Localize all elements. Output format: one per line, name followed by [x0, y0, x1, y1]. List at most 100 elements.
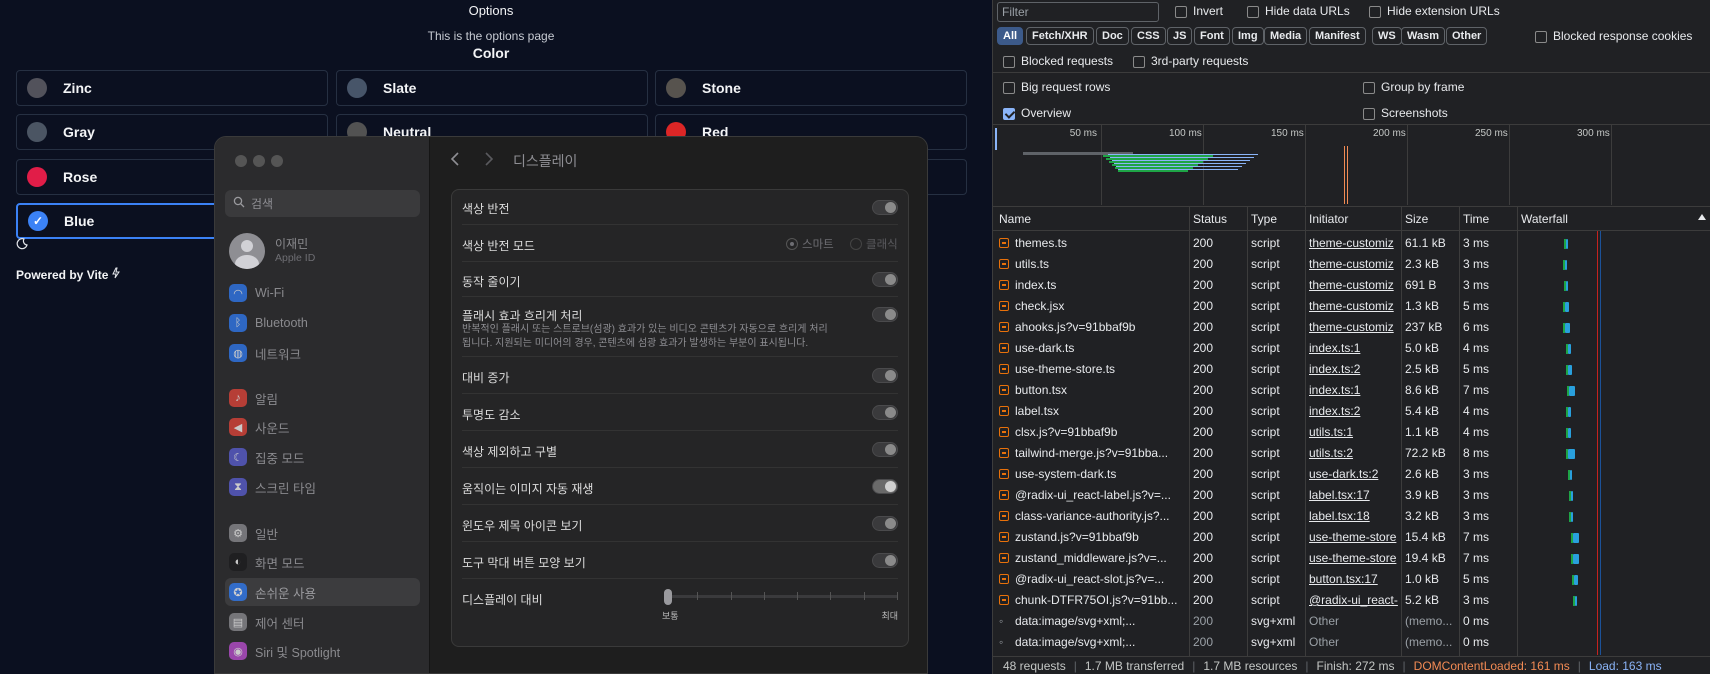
table-row[interactable]: themes.ts 200 script theme-customiz 61.1 kB 3… — [993, 233, 1710, 254]
table-row[interactable]: @radix-ui_react-label.js?v=... 200 script l… — [993, 485, 1710, 506]
request-name[interactable]: clsx.js?v=91bbaf9b — [999, 425, 1187, 439]
sidebar-item-speaker[interactable]: ◀ 사운드 — [225, 413, 420, 441]
big-rows-box[interactable] — [1003, 81, 1015, 94]
table-row[interactable]: zustand_middleware.js?v=... 200 script use-… — [993, 548, 1710, 569]
column-header-size[interactable]: Size — [1405, 212, 1428, 226]
column-header-waterfall[interactable]: Waterfall — [1521, 212, 1568, 226]
request-name[interactable]: use-dark.ts — [999, 341, 1187, 355]
filter-tag-all[interactable]: All — [997, 27, 1024, 45]
column-header-time[interactable]: Time — [1463, 212, 1489, 226]
invert-classic-radio[interactable]: 클래식 — [850, 236, 898, 252]
column-header-type[interactable]: Type — [1251, 212, 1277, 226]
request-initiator[interactable]: utils.ts:1 — [1309, 425, 1401, 439]
blocked-response-cookies-checkbox[interactable]: Blocked response cookies — [1535, 29, 1692, 43]
invert-checkbox-box[interactable] — [1175, 5, 1187, 18]
request-initiator[interactable]: use-theme-store — [1309, 530, 1401, 544]
screenshots-box[interactable] — [1363, 107, 1375, 120]
request-initiator[interactable]: use-dark.ts:2 — [1309, 467, 1401, 481]
overview-box[interactable] — [1003, 107, 1015, 120]
settings-search-input[interactable]: 검색 — [225, 190, 420, 217]
table-row[interactable]: use-theme-store.ts 200 script index.ts:2 2.5… — [993, 359, 1710, 380]
invert-checkbox[interactable]: Invert — [1175, 4, 1223, 18]
sidebar-item-bluetooth[interactable]: ᛒ Bluetooth — [225, 309, 420, 337]
hide-data-urls-box[interactable] — [1247, 5, 1259, 18]
request-name[interactable]: check.jsx — [999, 299, 1187, 313]
filter-tag-media[interactable]: Media — [1264, 27, 1308, 45]
request-name[interactable]: ◦ data:image/svg+xml;... — [999, 635, 1187, 649]
filter-tag-wasm[interactable]: Wasm — [1401, 27, 1445, 45]
request-name[interactable]: use-system-dark.ts — [999, 467, 1187, 481]
request-name[interactable]: @radix-ui_react-label.js?v=... — [999, 488, 1187, 502]
hide-data-urls-checkbox[interactable]: Hide data URLs — [1247, 4, 1350, 18]
invert-smart-radio[interactable]: 스마트 — [786, 236, 834, 252]
column-header-initiator[interactable]: Initiator — [1309, 212, 1348, 226]
table-row[interactable]: utils.ts 200 script theme-customiz 2.3 kB 3 m… — [993, 254, 1710, 275]
flash-toggle[interactable] — [872, 307, 898, 322]
third-party-box[interactable] — [1133, 55, 1145, 68]
color-option-stone[interactable]: Stone — [655, 70, 967, 106]
request-initiator[interactable]: Other — [1309, 614, 1401, 628]
request-name[interactable]: ahooks.js?v=91bbaf9b — [999, 320, 1187, 334]
color-option-zinc[interactable]: Zinc — [16, 70, 328, 106]
autoplay-toggle[interactable] — [872, 479, 898, 494]
sidebar-item-moon[interactable]: ☾ 집중 모드 — [225, 443, 420, 471]
table-row[interactable]: tailwind-merge.js?v=91bba... 200 script uti… — [993, 443, 1710, 464]
request-name[interactable]: ◦ data:image/svg+xml;... — [999, 614, 1187, 628]
third-party-checkbox[interactable]: 3rd-party requests — [1133, 54, 1248, 68]
apple-id-account[interactable]: 이재민 Apple ID — [229, 231, 419, 271]
screenshots-checkbox[interactable]: Screenshots — [1363, 106, 1448, 120]
hide-extension-urls-box[interactable] — [1369, 5, 1381, 18]
differentiate-toggle[interactable] — [872, 442, 898, 457]
table-row[interactable]: index.ts 200 script theme-customiz 691 B 3 ms — [993, 275, 1710, 296]
table-row[interactable]: use-system-dark.ts 200 script use-dark.ts:2… — [993, 464, 1710, 485]
sidebar-item-siri[interactable]: ◉ Siri 및 Spotlight — [225, 637, 420, 665]
table-row[interactable]: zustand.js?v=91bbaf9b 200 script use-theme-… — [993, 527, 1710, 548]
request-initiator[interactable]: index.ts:2 — [1309, 362, 1401, 376]
sidebar-item-globe[interactable]: ◍ 네트워크 — [225, 339, 420, 367]
request-initiator[interactable]: utils.ts:2 — [1309, 446, 1401, 460]
request-name[interactable]: use-theme-store.ts — [999, 362, 1187, 376]
blocked-requests-checkbox[interactable]: Blocked requests — [1003, 54, 1113, 68]
request-initiator[interactable]: @radix-ui_react- — [1309, 593, 1401, 607]
request-initiator[interactable]: index.ts:2 — [1309, 404, 1401, 418]
column-header-status[interactable]: Status — [1193, 212, 1227, 226]
zoom-window-button[interactable] — [271, 155, 283, 167]
filter-input[interactable]: Filter — [997, 2, 1159, 22]
column-header-name[interactable]: Name — [999, 212, 1031, 226]
request-initiator[interactable]: label.tsx:17 — [1309, 488, 1401, 502]
close-window-button[interactable] — [235, 155, 247, 167]
table-row[interactable]: class-variance-authority.js?... 200 script… — [993, 506, 1710, 527]
filter-tag-other[interactable]: Other — [1446, 27, 1488, 45]
request-initiator[interactable]: button.tsx:17 — [1309, 572, 1401, 586]
request-initiator[interactable]: label.tsx:18 — [1309, 509, 1401, 523]
blocked-response-cookies-box[interactable] — [1535, 30, 1547, 43]
group-by-frame-checkbox[interactable]: Group by frame — [1363, 80, 1464, 94]
filter-tag-ws[interactable]: WS — [1372, 27, 1402, 45]
sidebar-item-hourglass[interactable]: ⧗ 스크린 타임 — [225, 473, 420, 501]
toolbar-shapes-toggle[interactable] — [872, 553, 898, 568]
request-name[interactable]: button.tsx — [999, 383, 1187, 397]
table-row[interactable]: label.tsx 200 script index.ts:2 5.4 kB 4 ms — [993, 401, 1710, 422]
table-row[interactable]: ahooks.js?v=91bbaf9b 200 script theme-custo… — [993, 317, 1710, 338]
sidebar-item-accessibility[interactable]: ✪ 손쉬운 사용 — [225, 578, 420, 606]
request-name[interactable]: index.ts — [999, 278, 1187, 292]
table-row[interactable]: use-dark.ts 200 script index.ts:1 5.0 kB 4 ms — [993, 338, 1710, 359]
request-name[interactable]: utils.ts — [999, 257, 1187, 271]
contrast-toggle[interactable] — [872, 368, 898, 383]
sidebar-item-wifi[interactable]: ◠ Wi-Fi — [225, 279, 420, 307]
color-option-slate[interactable]: Slate — [336, 70, 648, 106]
request-name[interactable]: zustand_middleware.js?v=... — [999, 551, 1187, 565]
display-contrast-slider[interactable] — [664, 587, 898, 607]
window-icons-toggle[interactable] — [872, 516, 898, 531]
request-name[interactable]: @radix-ui_react-slot.js?v=... — [999, 572, 1187, 586]
request-initiator[interactable]: theme-customiz — [1309, 299, 1401, 313]
table-row[interactable]: @radix-ui_react-slot.js?v=... 200 script bu… — [993, 569, 1710, 590]
minimize-window-button[interactable] — [253, 155, 265, 167]
request-initiator[interactable]: theme-customiz — [1309, 320, 1401, 334]
theme-toggle-icon[interactable] — [16, 237, 28, 250]
back-chevron-icon[interactable] — [449, 151, 463, 167]
filter-tag-fetchxhr[interactable]: Fetch/XHR — [1026, 27, 1094, 45]
table-row[interactable]: ◦ data:image/svg+xml;... 200 svg+xml Other (m… — [993, 611, 1710, 632]
sidebar-item-control-center[interactable]: ▤ 제어 센터 — [225, 608, 420, 636]
request-name[interactable]: themes.ts — [999, 236, 1187, 250]
